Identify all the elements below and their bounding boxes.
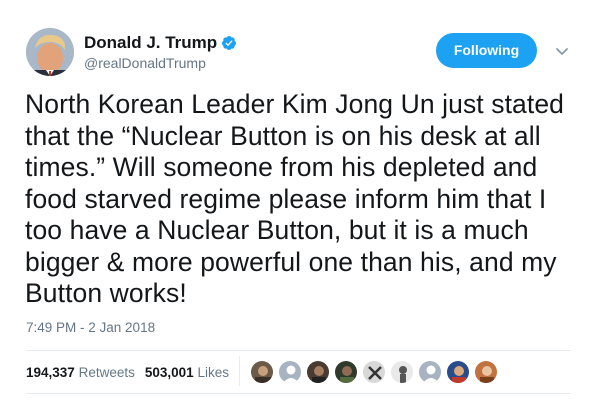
liker-avatar[interactable] [306,360,330,384]
following-button[interactable]: Following [436,33,537,68]
retweets-stat[interactable]: 194,337 Retweets [26,365,135,380]
retweets-count: 194,337 [26,365,75,380]
divider [26,350,571,351]
likes-stat[interactable]: 503,001 Likes [145,365,229,380]
liker-avatar[interactable] [250,360,274,384]
tweet-text: North Korean Leader Kim Jong Un just sta… [25,89,565,308]
tweet-timestamp[interactable]: 7:49 PM - 2 Jan 2018 [26,320,155,335]
liker-avatar[interactable] [334,360,358,384]
liker-avatar[interactable] [278,360,302,384]
likes-label: Likes [197,365,229,380]
liker-avatar[interactable] [446,360,470,384]
verified-badge-icon [221,35,237,51]
liker-avatar[interactable] [418,360,442,384]
chevron-down-icon[interactable] [555,44,569,55]
retweets-label: Retweets [78,365,135,380]
user-handle[interactable]: @realDonaldTrump [84,55,206,71]
liker-avatar[interactable] [474,360,498,384]
avatar[interactable] [26,28,74,76]
liker-avatar[interactable] [362,360,386,384]
display-name[interactable]: Donald J. Trump [84,33,217,53]
stats-separator [239,356,240,386]
likes-count: 503,001 [144,365,194,380]
liker-avatar[interactable] [390,360,414,384]
tweet-card: Donald J. Trump @realDonaldTrump Followi… [0,0,600,400]
divider [26,393,571,394]
tweet-stats: 194,337 Retweets 503,001 Likes [26,365,229,380]
